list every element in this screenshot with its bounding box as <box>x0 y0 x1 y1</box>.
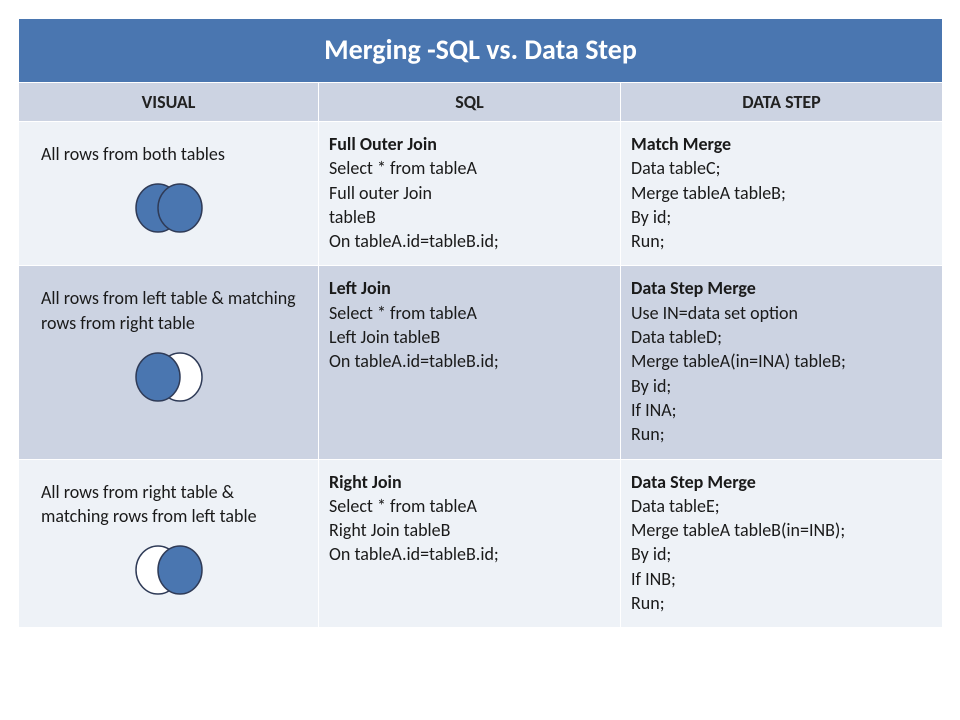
datastep-line: Data tableC; <box>631 156 932 180</box>
datastep-title: Data Step Merge <box>631 277 756 299</box>
table-title: Merging -SQL vs. Data Step <box>19 19 943 83</box>
datastep-line: Run; <box>631 591 932 615</box>
datastep-line: By id; <box>631 205 932 229</box>
datastep-line: If INB; <box>631 567 932 591</box>
datastep-line: Run; <box>631 229 932 253</box>
venn-diagram-full-join-icon <box>29 180 308 242</box>
header-row: VISUAL SQL DATA STEP <box>19 83 943 122</box>
sql-title: Full Outer Join <box>329 133 437 155</box>
visual-caption: All rows from both tables <box>41 142 304 166</box>
datastep-cell: Match Merge Data tableC; Merge tableA ta… <box>621 122 943 266</box>
datastep-line: Data tableE; <box>631 494 932 518</box>
visual-cell: All rows from both tables <box>19 122 319 266</box>
visual-caption: All rows from right table & matching row… <box>41 480 304 529</box>
datastep-line: By id; <box>631 542 932 566</box>
header-datastep: DATA STEP <box>621 83 943 122</box>
sql-line: Left Join tableB <box>329 325 610 349</box>
sql-line: Full outer Join <box>329 181 610 205</box>
datastep-line: Merge tableA(in=INA) tableB; <box>631 349 932 373</box>
datastep-title: Data Step Merge <box>631 471 756 493</box>
sql-line: Right Join tableB <box>329 518 610 542</box>
visual-caption: All rows from left table & matching rows… <box>41 286 304 335</box>
sql-line: On tableA.id=tableB.id; <box>329 542 610 566</box>
header-visual: VISUAL <box>19 83 319 122</box>
sql-cell: Right Join Select * from tableA Right Jo… <box>319 459 621 628</box>
sql-cell: Left Join Select * from tableA Left Join… <box>319 266 621 459</box>
sql-line: On tableA.id=tableB.id; <box>329 229 610 253</box>
datastep-line: Data tableD; <box>631 325 932 349</box>
title-row: Merging -SQL vs. Data Step <box>19 19 943 83</box>
comparison-table: Merging -SQL vs. Data Step VISUAL SQL DA… <box>18 18 943 628</box>
sql-cell: Full Outer Join Select * from tableA Ful… <box>319 122 621 266</box>
sql-line: Select * from tableA <box>329 494 610 518</box>
table-row: All rows from left table & matching rows… <box>19 266 943 459</box>
datastep-cell: Data Step Merge Data tableE; Merge table… <box>621 459 943 628</box>
table-row: All rows from both tables Full Outer Joi… <box>19 122 943 266</box>
sql-line: On tableA.id=tableB.id; <box>329 349 610 373</box>
table-row: All rows from right table & matching row… <box>19 459 943 628</box>
venn-diagram-left-join-icon <box>29 349 308 411</box>
sql-line: tableB <box>329 205 610 229</box>
sql-line: Select * from tableA <box>329 156 610 180</box>
datastep-line: Use IN=data set option <box>631 301 932 325</box>
sql-title: Left Join <box>329 277 391 299</box>
datastep-line: Run; <box>631 422 932 446</box>
datastep-cell: Data Step Merge Use IN=data set option D… <box>621 266 943 459</box>
datastep-line: By id; <box>631 374 932 398</box>
datastep-line: If INA; <box>631 398 932 422</box>
visual-cell: All rows from left table & matching rows… <box>19 266 319 459</box>
datastep-line: Merge tableA tableB(in=INB); <box>631 518 932 542</box>
sql-title: Right Join <box>329 471 402 493</box>
datastep-title: Match Merge <box>631 133 731 155</box>
header-sql: SQL <box>319 83 621 122</box>
sql-line: Select * from tableA <box>329 301 610 325</box>
visual-cell: All rows from right table & matching row… <box>19 459 319 628</box>
venn-diagram-right-join-icon <box>29 542 308 604</box>
datastep-line: Merge tableA tableB; <box>631 181 932 205</box>
